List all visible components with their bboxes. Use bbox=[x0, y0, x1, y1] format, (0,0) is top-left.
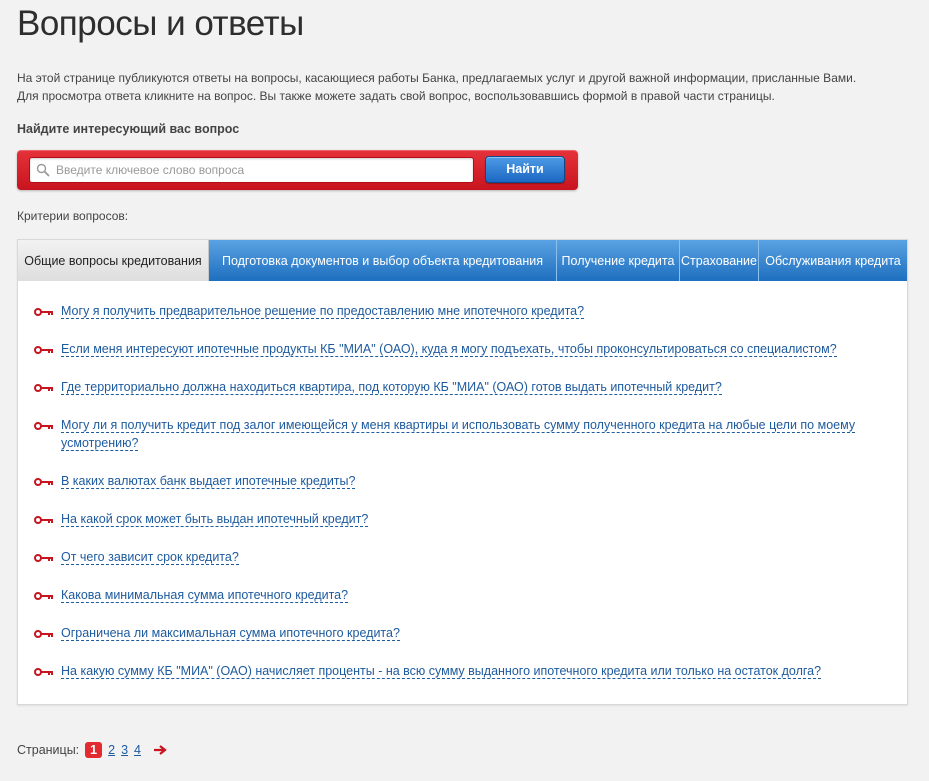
key-icon bbox=[34, 308, 53, 316]
question-link[interactable]: Могу ли я получить кредит под залог имею… bbox=[61, 416, 874, 452]
list-item: На какой срок может быть выдан ипотечный… bbox=[34, 510, 874, 528]
pagination: Страницы: 1 2 3 4 bbox=[17, 740, 167, 760]
criteria-label: Критерии вопросов: bbox=[17, 209, 129, 223]
list-item: Могу ли я получить кредит под залог имею… bbox=[34, 416, 874, 452]
search-heading: Найдите интересующий вас вопрос bbox=[17, 122, 240, 136]
list-item: Ограничена ли максимальная сумма ипотечн… bbox=[34, 624, 874, 642]
questions-panel: Общие вопросы кредитования Подготовка до… bbox=[17, 239, 908, 705]
key-icon bbox=[34, 422, 53, 430]
key-icon bbox=[34, 630, 53, 638]
key-icon bbox=[34, 346, 53, 354]
page-4-link[interactable]: 4 bbox=[134, 743, 141, 757]
list-item: Какова минимальная сумма ипотечного кред… bbox=[34, 586, 874, 604]
list-item: На какую сумму КБ "МИА" (ОАО) начисляет … bbox=[34, 662, 874, 680]
intro-line-2: Для просмотра ответа кликните на вопрос.… bbox=[17, 89, 775, 103]
question-link[interactable]: Какова минимальная сумма ипотечного кред… bbox=[61, 586, 874, 604]
key-icon bbox=[34, 592, 53, 600]
tab-insurance[interactable]: Страхование bbox=[680, 240, 759, 281]
list-item: В каких валютах банк выдает ипотечные кр… bbox=[34, 472, 874, 490]
search-icon bbox=[36, 163, 50, 177]
tab-general-lending[interactable]: Общие вопросы кредитования bbox=[18, 240, 209, 281]
tab-bar: Общие вопросы кредитования Подготовка до… bbox=[18, 240, 907, 281]
intro-line-1: На этой странице публикуются ответы на в… bbox=[17, 71, 857, 85]
question-link[interactable]: От чего зависит срок кредита? bbox=[61, 548, 874, 566]
list-item: Где территориально должна находиться ква… bbox=[34, 378, 874, 396]
list-item: Если меня интересуют ипотечные продукты … bbox=[34, 340, 874, 358]
key-icon bbox=[34, 516, 53, 524]
list-item: Могу я получить предварительное решение … bbox=[34, 302, 874, 320]
question-link[interactable]: На какой срок может быть выдан ипотечный… bbox=[61, 510, 874, 528]
key-icon bbox=[34, 554, 53, 562]
question-link[interactable]: Где территориально должна находиться ква… bbox=[61, 378, 874, 396]
pages-label: Страницы: bbox=[17, 743, 80, 757]
page-title: Вопросы и ответы bbox=[17, 4, 304, 43]
tab-getting-credit[interactable]: Получение кредита bbox=[557, 240, 680, 281]
page-2-link[interactable]: 2 bbox=[108, 743, 115, 757]
arrow-right-icon[interactable] bbox=[153, 745, 167, 755]
intro-text: На этой странице публикуются ответы на в… bbox=[17, 69, 917, 105]
question-link[interactable]: Ограничена ли максимальная сумма ипотечн… bbox=[61, 624, 874, 642]
question-link[interactable]: На какую сумму КБ "МИА" (ОАО) начисляет … bbox=[61, 662, 874, 680]
key-icon bbox=[34, 384, 53, 392]
search-field[interactable] bbox=[29, 157, 474, 183]
key-icon bbox=[34, 478, 53, 486]
search-input[interactable] bbox=[56, 158, 466, 182]
search-button[interactable]: Найти bbox=[485, 156, 565, 183]
key-icon bbox=[34, 668, 53, 676]
search-box: Найти bbox=[17, 150, 578, 190]
question-link[interactable]: В каких валютах банк выдает ипотечные кр… bbox=[61, 472, 874, 490]
list-item: От чего зависит срок кредита? bbox=[34, 548, 874, 566]
tab-credit-servicing[interactable]: Обслуживания кредита bbox=[759, 240, 907, 281]
tab-documents-preparation[interactable]: Подготовка документов и выбор объекта кр… bbox=[209, 240, 557, 281]
page-1-current[interactable]: 1 bbox=[85, 742, 103, 758]
page-3-link[interactable]: 3 bbox=[121, 743, 128, 757]
question-link[interactable]: Могу я получить предварительное решение … bbox=[61, 302, 874, 320]
question-link[interactable]: Если меня интересуют ипотечные продукты … bbox=[61, 340, 874, 358]
